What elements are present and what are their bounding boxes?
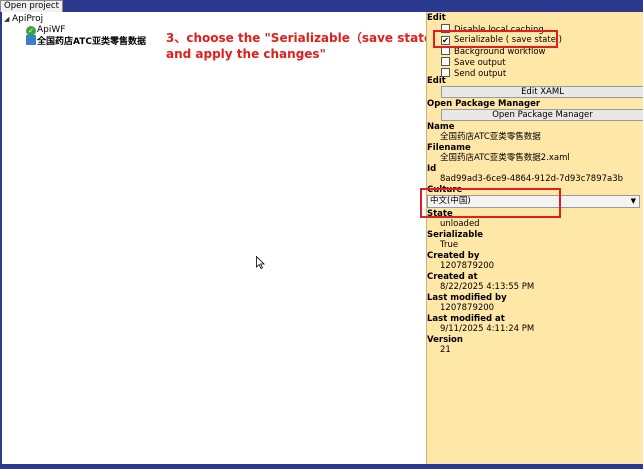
workflow-page-icon [26,35,36,45]
created-by-value: 1207879200 [440,261,495,271]
highlight-box-culture [420,188,561,218]
option-label: Background workflow [454,47,546,57]
checkbox[interactable] [441,57,450,66]
tab-open-project[interactable]: Open project [0,0,63,12]
project-tree: ◢ApiProj ApiWF 全国药店ATC亚类零售数据 [2,12,426,464]
mouse-pointer-icon [256,256,265,269]
tutorial-annotation: 3、choose the "Serializable（save state) a… [166,30,438,62]
option-save-output[interactable]: Save output [441,57,506,68]
option-label: Save output [454,58,506,68]
option-send-output[interactable]: Send output [441,68,507,79]
id-label: Id [427,164,437,174]
modified-at-value: 9/11/2025 4:11:24 PM [440,324,535,334]
collapse-arrow-icon[interactable]: ◢ [4,13,12,25]
edit-xaml-button[interactable]: Edit XAML [441,86,643,98]
annotation-line-1: 3、choose the "Serializable（save state) [166,31,438,45]
tree-item-label: 全国药店ATC亚类零售数据 [37,37,147,47]
tab-bar: Open project [0,0,643,12]
edit-header: Edit [427,13,446,23]
serializable-value: True [440,240,459,250]
window-frame-bottom [0,464,643,469]
highlight-box-serializable [433,30,558,48]
tree-root-label: ApiProj [12,14,44,24]
state-value: unloaded [440,219,480,229]
open-package-manager-button[interactable]: Open Package Manager [441,109,643,121]
annotation-line-2: and apply the changes" [166,47,326,61]
chevron-down-icon[interactable]: ▼ [631,196,636,207]
properties-panel: Edit Disable local caching ✔ Serializable… [426,12,643,464]
id-value: 8ad99ad3-6ce9-4864-912d-7d93c7897a3b [440,174,624,184]
tree-item-label: ApiWF [37,25,66,35]
version-value: 21 [440,345,451,355]
filename-value: 全国药店ATC亚类零售数据2.xaml [440,153,570,163]
created-at-value: 8/22/2025 4:13:55 PM [440,282,535,292]
modified-by-value: 1207879200 [440,303,495,313]
option-label: Send output [454,69,507,79]
name-value: 全国药店ATC亚类零售数据 [440,132,541,142]
tree-item-workflow[interactable]: 全国药店ATC亚类零售数据 [26,35,146,47]
